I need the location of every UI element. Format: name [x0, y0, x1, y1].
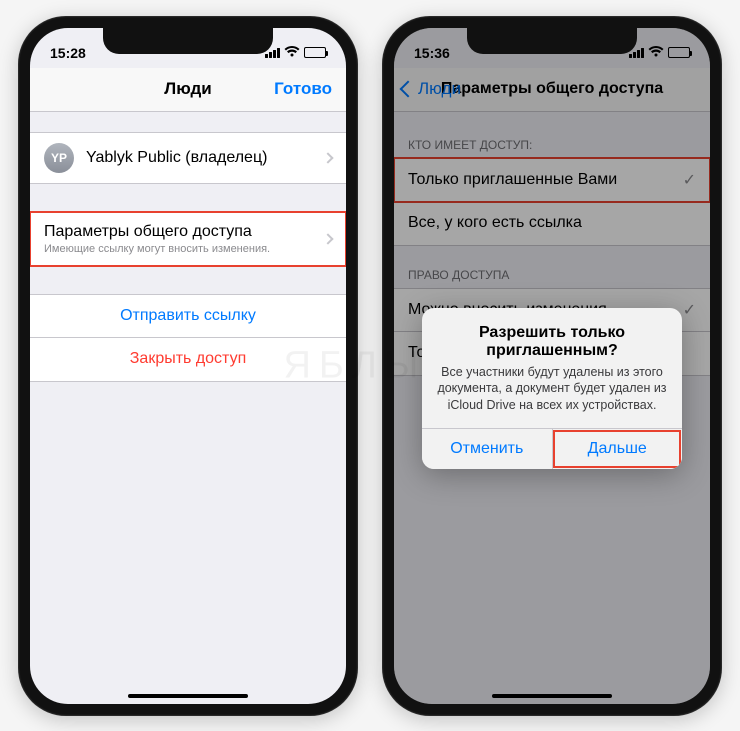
chevron-right-icon: [322, 152, 333, 163]
notch: [103, 28, 273, 54]
nav-bar: Люди Готово: [30, 68, 346, 112]
home-indicator[interactable]: [128, 694, 248, 698]
avatar: YP: [44, 143, 74, 173]
confirm-label: Дальше: [588, 440, 647, 457]
sharing-title: Параметры общего доступа: [44, 223, 270, 241]
nav-title: Люди: [164, 79, 211, 99]
send-link-label: Отправить ссылку: [120, 307, 256, 325]
send-link-button[interactable]: Отправить ссылку: [30, 294, 346, 338]
wifi-icon: [284, 45, 300, 61]
owner-name: Yablyk Public (владелец): [86, 149, 267, 167]
confirm-alert: Разрешить только приглашенным? Все участ…: [422, 308, 682, 470]
battery-icon: [304, 47, 326, 58]
cancel-button[interactable]: Отменить: [422, 429, 552, 469]
alert-message: Все участники будут удалены из этого док…: [436, 364, 668, 415]
cancel-label: Отменить: [450, 440, 523, 457]
sharing-settings-cell[interactable]: Параметры общего доступа Имеющие ссылку …: [30, 212, 346, 266]
phone-left: 15:28 Люди Готово YP Yablyk Public (влад…: [18, 16, 358, 716]
confirm-button[interactable]: Дальше: [552, 429, 683, 469]
done-button[interactable]: Готово: [274, 79, 332, 99]
sharing-subtitle: Имеющие ссылку могут вносить изменения.: [44, 243, 270, 255]
phone-right: 15:36 Люди Параметры общего доступа КТО …: [382, 16, 722, 716]
status-time: 15:28: [50, 45, 86, 61]
chevron-right-icon: [322, 233, 333, 244]
notch: [467, 28, 637, 54]
alert-title: Разрешить только приглашенным?: [436, 324, 668, 360]
close-access-button[interactable]: Закрыть доступ: [30, 338, 346, 382]
close-access-label: Закрыть доступ: [130, 350, 246, 368]
owner-cell[interactable]: YP Yablyk Public (владелец): [30, 132, 346, 184]
